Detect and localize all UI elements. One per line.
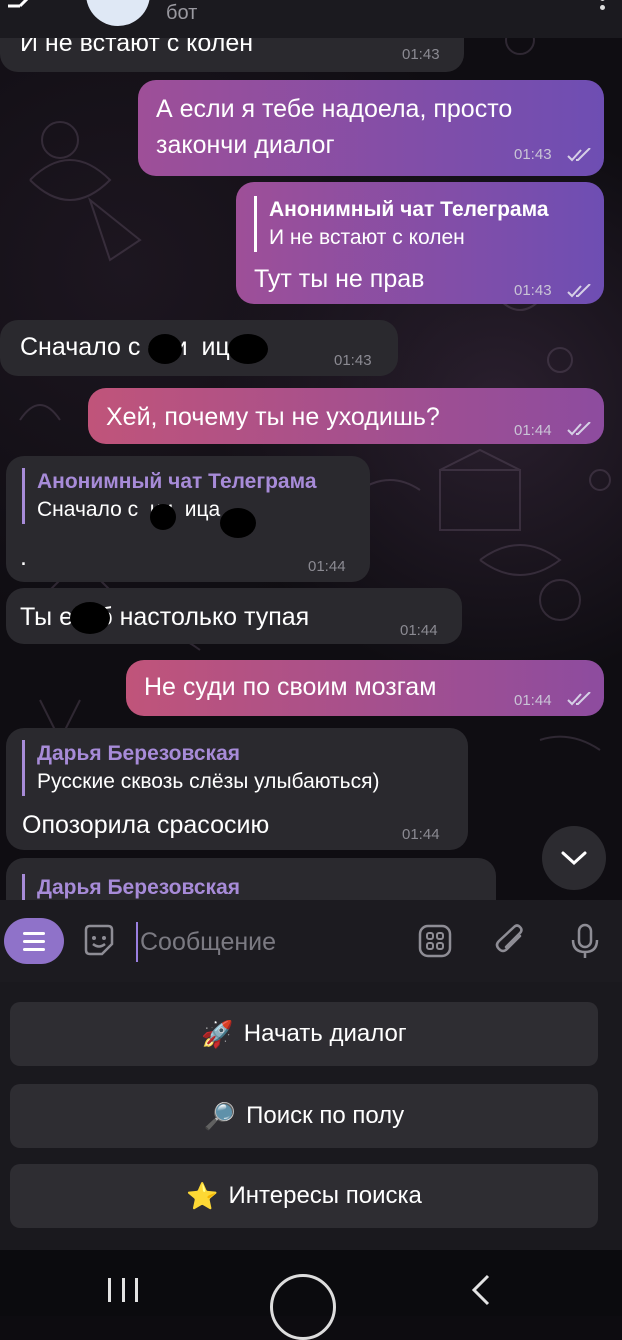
- message-incoming-reply[interactable]: Дарья Березовская: [6, 858, 496, 900]
- magnifier-icon: 🔎: [203, 1100, 237, 1131]
- censor-blot: [70, 602, 110, 634]
- search-interests-button[interactable]: ⭐ Интересы поиска: [10, 1164, 598, 1228]
- read-checkmarks-icon: [567, 284, 591, 298]
- rocket-icon: 🚀: [201, 1018, 234, 1049]
- censor-blot: [220, 508, 256, 538]
- reply-quote[interactable]: Дарья Березовская: [22, 874, 240, 900]
- more-icon[interactable]: [592, 0, 612, 18]
- message-time: 01:43: [402, 46, 440, 63]
- message-text: Хей, почему ты не уходишь?: [106, 403, 440, 431]
- start-dialog-button[interactable]: 🚀 Начать диалог: [10, 1002, 598, 1066]
- censor-blot: [228, 334, 268, 364]
- back-icon[interactable]: [466, 1272, 496, 1308]
- reply-author: Анонимный чат Телеграма: [37, 470, 317, 493]
- message-outgoing[interactable]: А если я тебе надоела, просто закончи ди…: [138, 80, 604, 176]
- home-icon[interactable]: [270, 1274, 336, 1340]
- reply-author: Дарья Березовская: [37, 876, 240, 899]
- message-text: .: [20, 543, 27, 571]
- message-incoming[interactable]: Ты е тб настолько тупая 01:44: [6, 588, 462, 644]
- message-text: Опозорила срасосию: [22, 811, 270, 839]
- message-time: 01:44: [514, 422, 552, 439]
- message-text: Сначало с сни ица: [20, 333, 244, 361]
- message-input[interactable]: [136, 922, 402, 962]
- reply-quote[interactable]: Анонимный чат Телеграма И не встают с ко…: [254, 196, 549, 252]
- message-text-line2: закончи диалог: [156, 131, 335, 159]
- bot-keyboard-icon[interactable]: [416, 922, 454, 960]
- chat-area[interactable]: И не встают с колен 01:43 А если я тебе …: [0, 0, 622, 900]
- chat-header: бот: [0, 0, 622, 38]
- star-icon: ⭐: [186, 1180, 219, 1211]
- message-time: 01:43: [334, 352, 372, 369]
- sticker-icon[interactable]: [80, 922, 118, 960]
- microphone-icon[interactable]: [566, 922, 604, 960]
- chevron-down-icon: [561, 851, 587, 866]
- system-navigation-bar: [0, 1250, 622, 1340]
- avatar[interactable]: [86, 0, 150, 26]
- message-input-bar: [0, 900, 622, 982]
- button-label: Интересы поиска: [228, 1182, 422, 1209]
- reply-text: Сначало с ни ица: [37, 498, 221, 521]
- message-time: 01:44: [402, 826, 440, 843]
- message-text: Не суди по своим мозгам: [144, 673, 437, 701]
- message-outgoing[interactable]: Хей, почему ты не уходишь? 01:44: [88, 388, 604, 444]
- read-checkmarks-icon: [567, 422, 591, 436]
- recents-icon[interactable]: [108, 1278, 138, 1304]
- message-time: 01:44: [308, 558, 346, 575]
- reply-text: Русские сквозь слёзы улыбаються): [37, 770, 380, 793]
- message-time: 01:43: [514, 282, 552, 299]
- bot-reply-keyboard: 🚀 Начать диалог 🔎 Поиск по полу ⭐ Интере…: [0, 982, 622, 1250]
- censor-blot: [150, 504, 176, 530]
- message-incoming-reply[interactable]: Дарья Березовская Русские сквозь слёзы у…: [6, 728, 468, 850]
- message-outgoing[interactable]: Не суди по своим мозгам 01:44: [126, 660, 604, 716]
- button-label: Поиск по полу: [246, 1102, 405, 1129]
- read-checkmarks-icon: [567, 148, 591, 162]
- paperclip-icon[interactable]: [492, 922, 530, 960]
- message-time: 01:44: [514, 692, 552, 709]
- message-text: Ты е тб настолько тупая: [20, 603, 310, 631]
- message-outgoing-reply[interactable]: Анонимный чат Телеграма И не встают с ко…: [236, 182, 604, 304]
- censor-blot: [148, 334, 182, 364]
- search-by-gender-button[interactable]: 🔎 Поиск по полу: [10, 1084, 598, 1148]
- message-time: 01:43: [514, 146, 552, 163]
- button-label: Начать диалог: [243, 1020, 407, 1047]
- bot-menu-button[interactable]: [4, 918, 64, 964]
- message-incoming[interactable]: Сначало с сни ица 01:43: [0, 320, 398, 376]
- reply-text: И не встают с колен: [269, 226, 465, 249]
- read-checkmarks-icon: [567, 692, 591, 706]
- reply-quote[interactable]: Дарья Березовская Русские сквозь слёзы у…: [22, 740, 379, 796]
- scroll-down-button[interactable]: [542, 826, 606, 890]
- back-arrow-icon[interactable]: [6, 0, 46, 20]
- message-text: Тут ты не прав: [254, 265, 425, 293]
- chat-subtitle: бот: [166, 2, 198, 24]
- message-text-line1: А если я тебе надоела, просто: [156, 95, 513, 123]
- reply-author: Анонимный чат Телеграма: [269, 198, 549, 221]
- reply-author: Дарья Березовская: [37, 742, 240, 765]
- message-time: 01:44: [400, 622, 438, 639]
- message-incoming-reply[interactable]: Анонимный чат Телеграма Сначало с ни ица…: [6, 456, 370, 582]
